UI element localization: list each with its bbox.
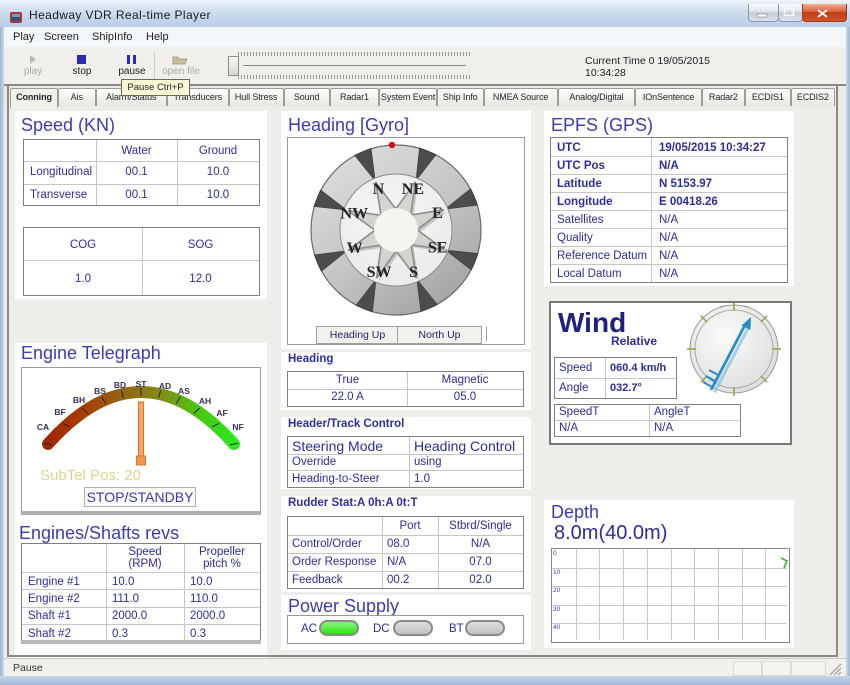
svg-text:NW: NW bbox=[341, 206, 369, 223]
svg-text:NF: NF bbox=[232, 422, 243, 432]
svg-text:SW: SW bbox=[367, 264, 392, 281]
svg-text:SE: SE bbox=[428, 239, 448, 256]
svg-text:W: W bbox=[347, 240, 363, 257]
svg-text:BH: BH bbox=[73, 395, 85, 405]
svg-text:BF: BF bbox=[54, 407, 65, 417]
svg-text:BS: BS bbox=[94, 386, 106, 396]
svg-text:N: N bbox=[373, 181, 385, 198]
svg-text:NE: NE bbox=[402, 181, 424, 198]
svg-text:BD: BD bbox=[114, 380, 126, 390]
svg-text:ST: ST bbox=[136, 379, 148, 389]
svg-text:AF: AF bbox=[216, 408, 227, 418]
svg-text:S: S bbox=[409, 264, 418, 281]
svg-text:AH: AH bbox=[199, 396, 211, 406]
svg-text:AS: AS bbox=[178, 386, 190, 396]
svg-text:CA: CA bbox=[37, 422, 49, 432]
svg-text:AD: AD bbox=[159, 381, 171, 391]
svg-text:E: E bbox=[432, 205, 443, 222]
